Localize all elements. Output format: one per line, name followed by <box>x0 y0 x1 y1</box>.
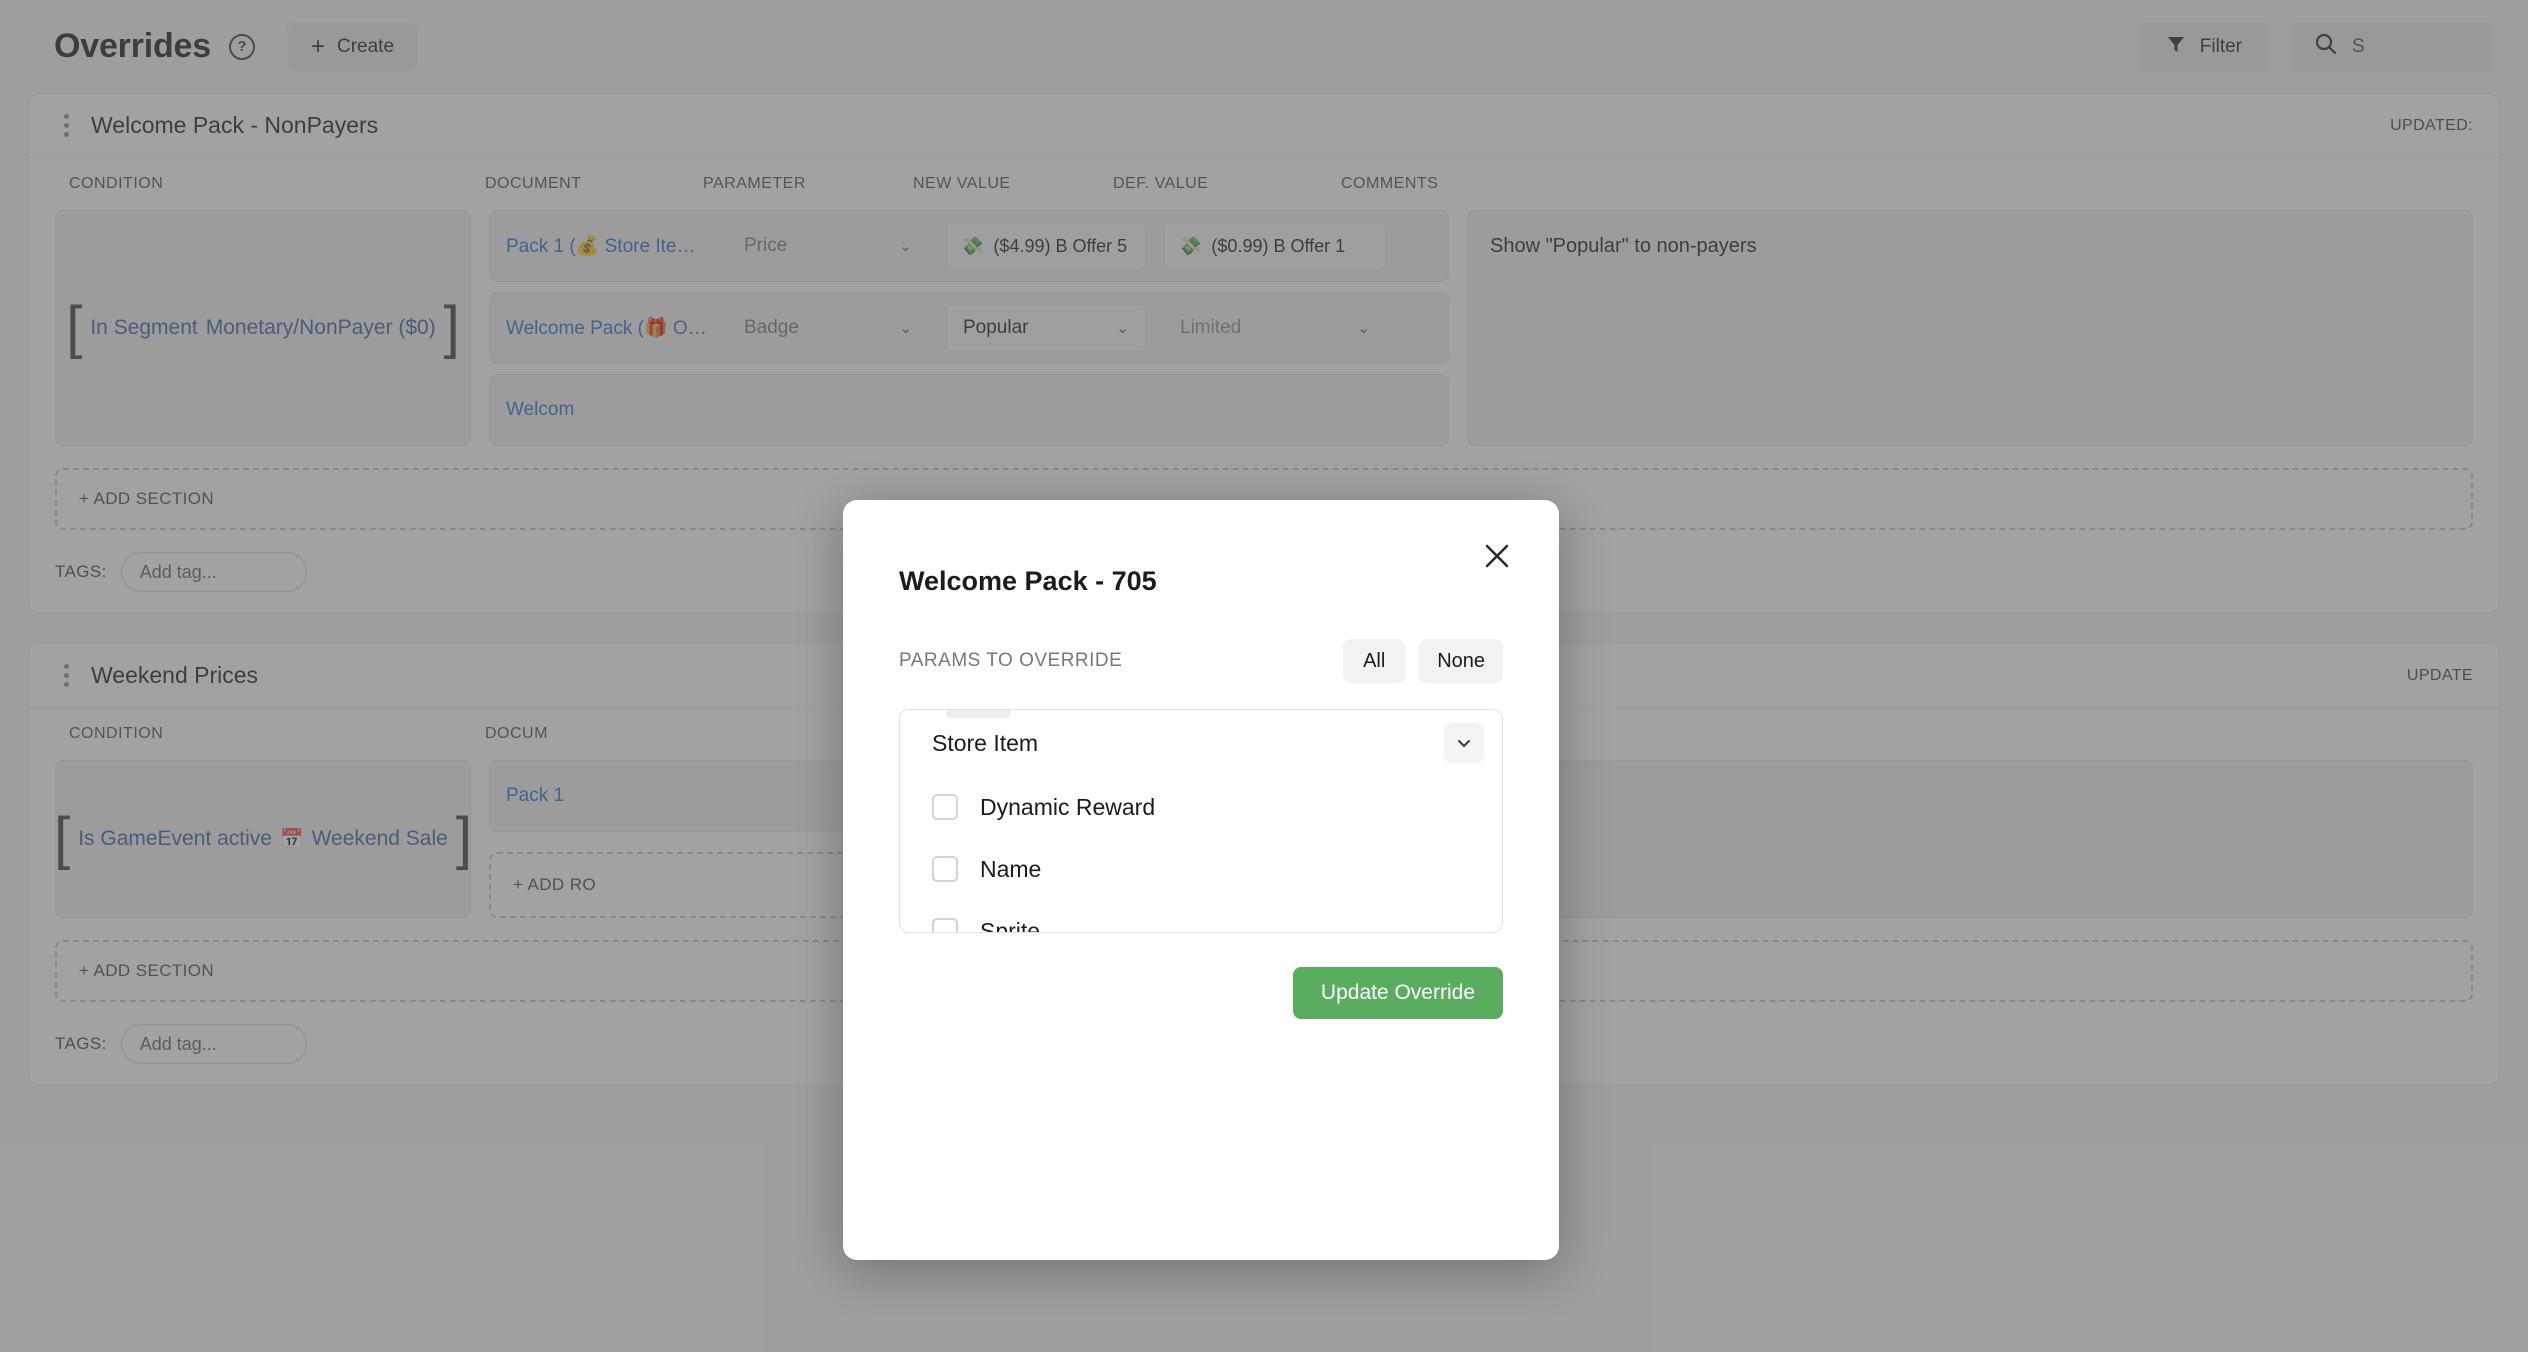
modal-params-row: PARAMS TO OVERRIDE All None <box>899 639 1503 683</box>
select-all-button[interactable]: All <box>1343 639 1406 683</box>
scrolled-item-partial <box>946 710 1010 718</box>
modal-title: Welcome Pack - 705 <box>899 566 1157 596</box>
param-item-dynamic-reward[interactable]: Dynamic Reward <box>900 776 1502 838</box>
param-checkbox[interactable] <box>932 918 958 932</box>
override-modal: Welcome Pack - 705 PARAMS TO OVERRIDE Al… <box>843 500 1559 1260</box>
param-checkbox[interactable] <box>932 856 958 882</box>
param-item-label: Name <box>980 855 1042 882</box>
param-item-label: Dynamic Reward <box>980 793 1156 820</box>
chevron-down-icon[interactable] <box>1444 723 1484 763</box>
params-panel[interactable]: Store Item Dynamic Reward Name Sprite <box>899 709 1503 933</box>
param-checkbox[interactable] <box>932 794 958 820</box>
param-item-label: Sprite <box>980 917 1041 933</box>
modal-footer: Update Override <box>899 967 1503 1019</box>
close-icon[interactable] <box>1479 538 1515 574</box>
param-item-sprite[interactable]: Sprite <box>900 900 1502 933</box>
param-group-name: Store Item <box>932 729 1039 756</box>
update-override-button[interactable]: Update Override <box>1292 967 1503 1019</box>
select-none-button[interactable]: None <box>1419 639 1503 683</box>
params-to-override-label: PARAMS TO OVERRIDE <box>899 650 1123 671</box>
param-group-header: Store Item <box>900 710 1502 776</box>
param-item-name[interactable]: Name <box>900 838 1502 900</box>
app-root: Overrides ? + Create Filter S Welcome Pa… <box>0 0 2528 1352</box>
